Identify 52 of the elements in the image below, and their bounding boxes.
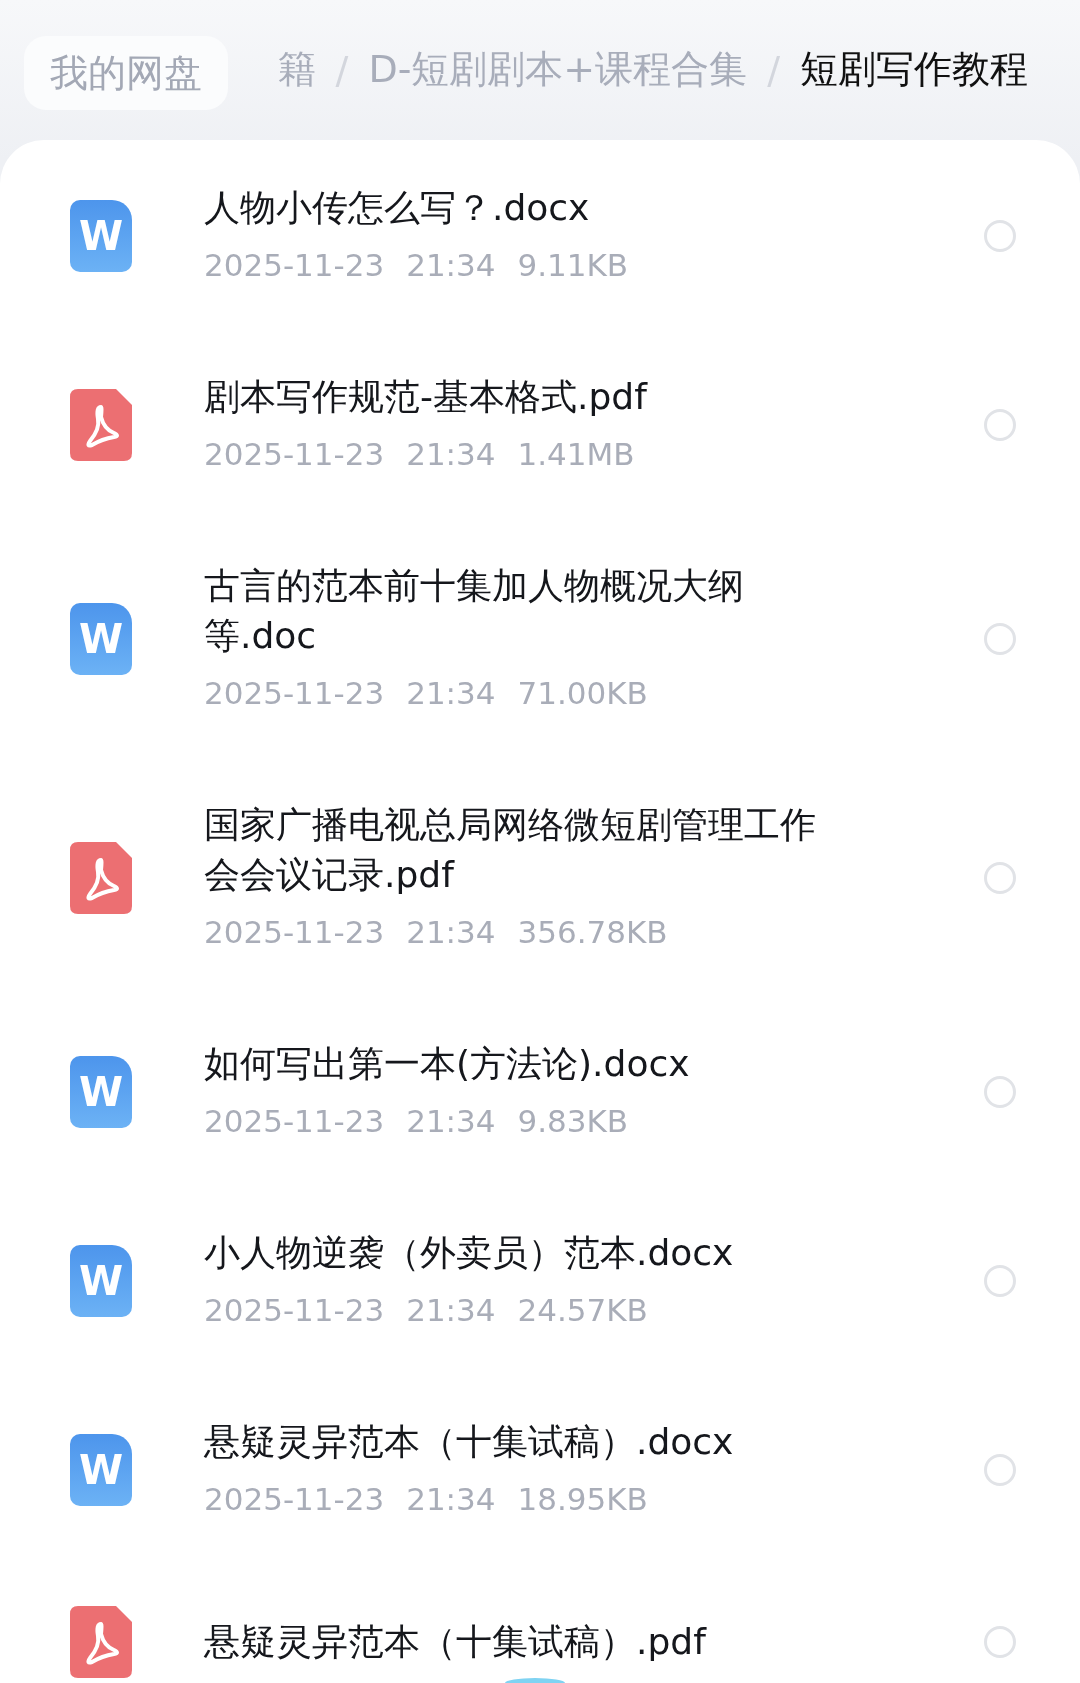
file-name: 如何写出第一本(方法论).docx [204, 1042, 690, 1086]
word-file-icon: W [70, 1245, 132, 1317]
select-radio[interactable] [984, 623, 1016, 655]
pdf-file-icon [70, 1606, 132, 1678]
breadcrumb-item[interactable]: 籍 [277, 44, 316, 95]
select-radio[interactable] [984, 1454, 1016, 1486]
breadcrumb-separator: / [767, 47, 780, 92]
breadcrumb-separator: / [335, 47, 349, 92]
select-radio[interactable] [984, 1076, 1016, 1108]
file-size: 1.41MB [517, 435, 635, 474]
file-name: 剧本写作规范-基本格式.pdf [204, 375, 647, 419]
file-size: 24.57KB [517, 1291, 648, 1330]
file-name: 悬疑灵异范本（十集试稿）.docx [204, 1420, 734, 1464]
file-date: 2025-11-23 [204, 1291, 385, 1330]
select-radio[interactable] [984, 220, 1016, 252]
file-time: 21:34 [406, 435, 496, 474]
select-radio[interactable] [984, 862, 1016, 894]
word-file-icon: W [70, 1434, 132, 1506]
file-size: 71.00KB [517, 674, 648, 713]
file-time: 21:34 [406, 1102, 496, 1141]
file-time: 21:34 [406, 1480, 496, 1519]
file-size: 9.11KB [517, 246, 629, 285]
file-date: 2025-11-23 [204, 913, 385, 952]
file-time: 21:34 [406, 913, 496, 952]
word-file-icon: W [70, 1056, 132, 1128]
file-date: 2025-11-23 [204, 246, 385, 285]
file-name: 国家广播电视总局网络微短剧管理工作会会议记录.pdf [204, 803, 817, 897]
pdf-file-icon [70, 389, 132, 461]
pdf-file-icon [70, 842, 132, 914]
file-size: 356.78KB [517, 913, 668, 952]
floating-button[interactable] [505, 1678, 565, 1683]
select-radio[interactable] [984, 409, 1016, 441]
breadcrumb-item[interactable]: D-短剧剧本+课程合集 [368, 44, 748, 95]
file-time: 21:34 [406, 674, 496, 713]
word-file-icon: W [70, 603, 132, 675]
file-name: 古言的范本前十集加人物概况大纲等.doc [204, 564, 745, 658]
file-size: 9.83KB [517, 1102, 629, 1141]
breadcrumb-root-button[interactable]: 我的网盘 [24, 36, 228, 110]
breadcrumb-item: 短剧写作教程 [800, 46, 1028, 93]
file-date: 2025-11-23 [204, 1102, 385, 1141]
select-radio[interactable] [984, 1265, 1016, 1297]
file-date: 2025-11-23 [204, 674, 385, 713]
file-size: 18.95KB [517, 1480, 648, 1519]
file-name: 悬疑灵异范本（十集试稿）.pdf [204, 1620, 706, 1664]
file-time: 21:34 [406, 1291, 496, 1330]
file-name: 小人物逆袭（外卖员）范本.docx [204, 1231, 734, 1275]
file-date: 2025-11-23 [204, 1480, 385, 1519]
select-radio[interactable] [984, 1626, 1016, 1658]
word-file-icon: W [70, 200, 132, 272]
file-name: 人物小传怎么写？.docx [204, 186, 590, 230]
file-time: 21:34 [406, 246, 496, 285]
file-date: 2025-11-23 [204, 435, 385, 474]
